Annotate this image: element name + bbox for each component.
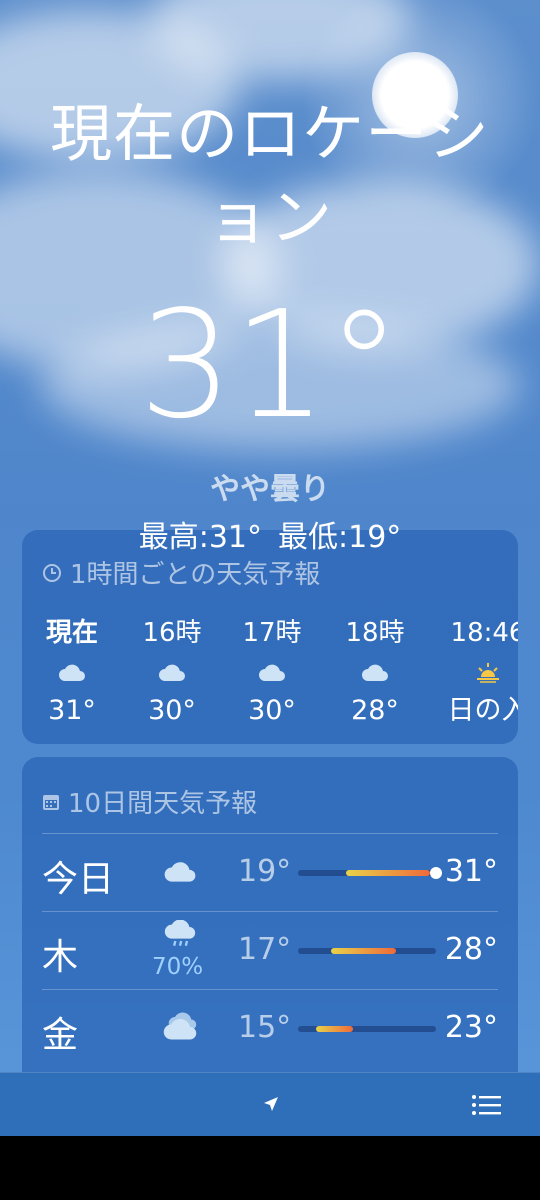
cloud-icon xyxy=(325,658,425,686)
clock-icon xyxy=(43,563,61,582)
hour-item: 18:46 日の入 xyxy=(438,614,519,730)
weather-screen: 現在のロケーション 31° やや曇り 1時間ごとの天気予報 現在 31° 16時 xyxy=(0,0,540,1136)
day-row[interactable]: 金 15° 23° xyxy=(42,989,498,1066)
hour-item: 現在 31° xyxy=(22,614,122,730)
location-name: 現在のロケーション xyxy=(50,97,490,254)
hour-item: 16時 30° xyxy=(122,614,222,730)
day-high: 28° xyxy=(444,932,498,967)
day-name: 今日 xyxy=(42,859,115,900)
day-low: 17° xyxy=(238,932,292,967)
high-temperature: 最高:31° xyxy=(138,520,262,555)
current-condition: やや曇り xyxy=(210,472,330,507)
hour-temp: 31° xyxy=(48,695,96,726)
cloud-icon xyxy=(160,858,200,884)
hour-temp: 日の入 xyxy=(447,695,519,726)
day-high: 31° xyxy=(444,854,498,889)
precipitation-chance: 70% xyxy=(152,954,204,980)
cloud-icon xyxy=(222,658,322,686)
bottom-toolbar xyxy=(0,1072,540,1136)
day-row[interactable]: 今日 19° 31° xyxy=(42,833,498,910)
temperature-range-fill xyxy=(331,948,397,954)
day-row[interactable]: 木 70% 17° 28° xyxy=(42,911,498,988)
cloud-icon xyxy=(122,658,222,686)
hour-item: 17時 30° xyxy=(222,614,322,730)
temperature-range-bar xyxy=(298,1026,436,1032)
day-low: 15° xyxy=(238,1010,292,1045)
day-name: 木 xyxy=(42,937,79,978)
daily-forecast-card[interactable]: 10日間天気予報 今日 19° 31° 木 70% 17° 28° 金 15° … xyxy=(22,757,518,1087)
hour-label: 18時 xyxy=(345,618,405,648)
hourly-forecast-card[interactable]: 1時間ごとの天気予報 現在 31° 16時 30° 17時 30° 18時 28… xyxy=(22,530,518,744)
day-name: 金 xyxy=(42,1015,79,1056)
hour-label: 現在 xyxy=(45,618,98,648)
temperature-range-bar xyxy=(298,948,436,954)
day-high: 23° xyxy=(444,1010,498,1045)
hourly-list[interactable]: 現在 31° 16時 30° 17時 30° 18時 28° 18:46 日の入 xyxy=(22,614,518,734)
sunset-icon xyxy=(438,658,518,686)
hourly-forecast-title: 1時間ごとの天気予報 xyxy=(42,554,320,591)
high-low-temperatures: 最高:31° 最低:19° xyxy=(0,518,540,558)
hour-label: 17時 xyxy=(242,618,302,648)
temperature-range-fill xyxy=(316,1026,353,1032)
system-navigation-area xyxy=(0,1136,540,1200)
hour-temp: 30° xyxy=(148,695,196,726)
low-temperature: 最低:19° xyxy=(278,520,402,555)
daily-forecast-title: 10日間天気予報 xyxy=(42,783,257,820)
header: 現在のロケーション xyxy=(0,92,540,260)
hour-item: 18時 28° xyxy=(325,614,425,730)
cloud-icon xyxy=(22,658,122,686)
hour-label: 18:46 xyxy=(450,618,518,648)
cloud-icon xyxy=(160,1012,200,1042)
hourly-forecast-label: 1時間ごとの天気予報 xyxy=(70,560,321,590)
cloud-rain-icon xyxy=(160,920,200,948)
current-temp-dot xyxy=(430,867,442,879)
temperature-range-bar xyxy=(298,867,442,879)
day-low: 19° xyxy=(238,854,292,889)
daily-forecast-label: 10日間天気予報 xyxy=(68,789,258,819)
temperature-range-fill xyxy=(346,870,430,876)
current-temperature: 31° xyxy=(138,279,402,451)
location-arrow-icon[interactable] xyxy=(256,1091,284,1119)
hour-temp: 28° xyxy=(351,695,399,726)
list-icon[interactable] xyxy=(470,1091,504,1119)
hour-label: 16時 xyxy=(142,618,202,648)
calendar-icon xyxy=(43,794,59,810)
hour-temp: 30° xyxy=(248,695,296,726)
